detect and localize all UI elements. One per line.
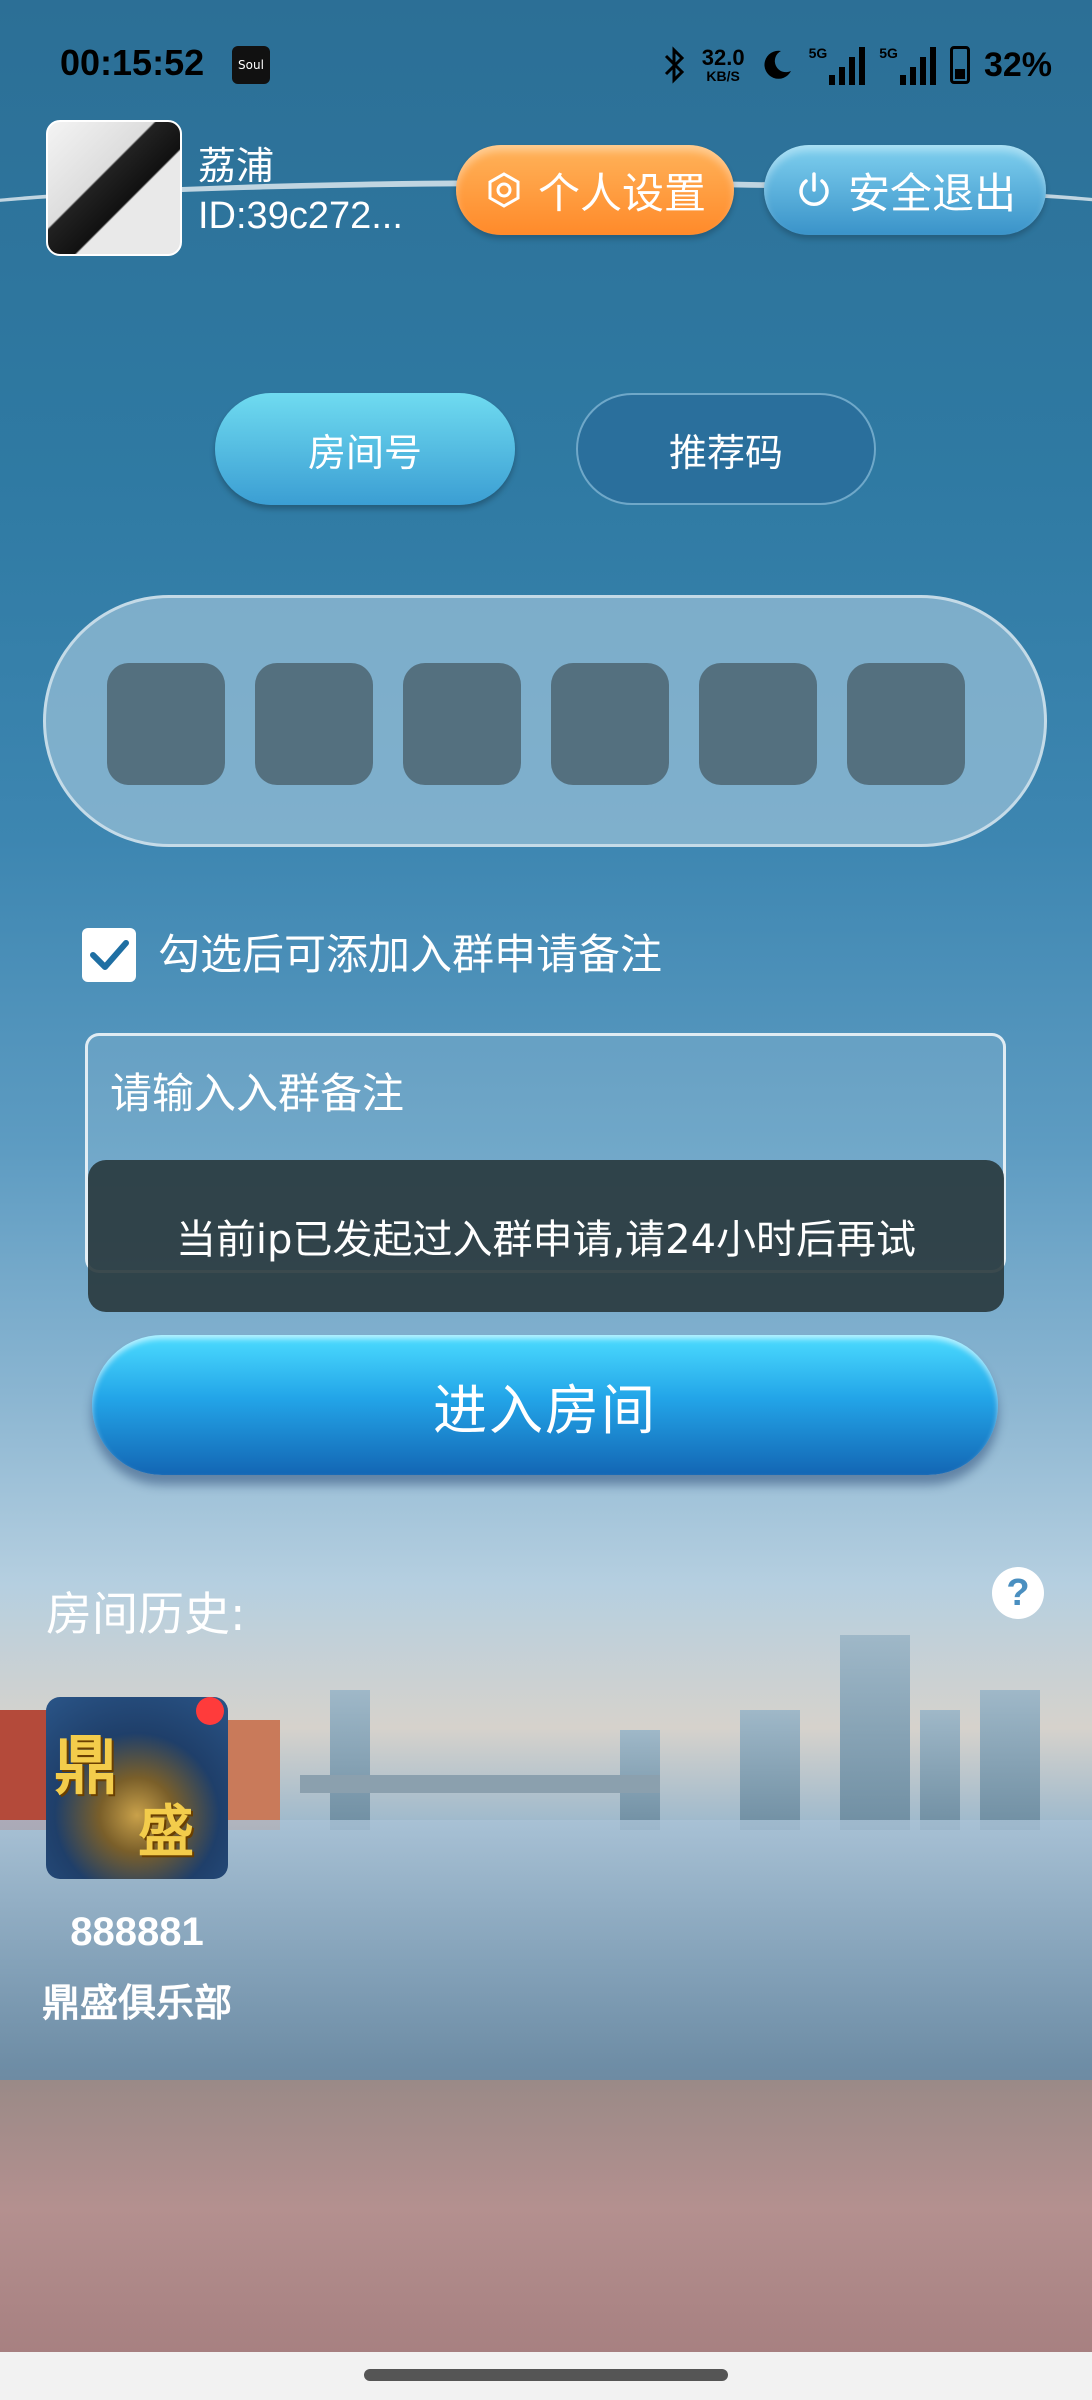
status-icons: 32.0 KB/S 5G 5G 32% — [662, 40, 1052, 90]
net-speed-value: 32.0 — [701, 45, 745, 70]
group-note-checkbox-label[interactable]: 勾选后可添加入群申请备注 — [158, 928, 662, 982]
status-time: 00:15:52 — [60, 42, 205, 83]
group-note-checkbox[interactable] — [82, 928, 136, 982]
signal-2-label: 5G — [879, 45, 898, 61]
code-digit-box[interactable] — [847, 663, 965, 785]
help-icon[interactable]: ? — [992, 1567, 1044, 1619]
battery-percent: 32% — [983, 45, 1052, 84]
room-thumbnail[interactable]: 鼎 盛 — [46, 1697, 228, 1879]
personal-settings-label: 个人设置 — [537, 168, 706, 218]
power-icon — [799, 172, 829, 206]
battery-icon — [949, 46, 970, 84]
code-digit-box[interactable] — [403, 663, 521, 785]
code-digit-box[interactable] — [699, 663, 817, 785]
room-history-title: 房间历史: — [46, 1587, 246, 1641]
app-screen: 00:15:52 Soul 32.0 KB/S 5G 5G 32% 荔浦 ID:… — [0, 0, 1092, 2400]
net-speed-unit: KB/S — [706, 68, 740, 84]
notification-dot — [196, 1697, 224, 1725]
bluetooth-icon — [664, 46, 684, 84]
room-number[interactable]: 888881 — [30, 1910, 244, 1955]
signal-strength-1: 5G — [809, 45, 866, 85]
thumb-logo-text: 盛 — [138, 1799, 194, 1865]
thumb-logo-text: 鼎 — [54, 1729, 118, 1804]
personal-settings-button[interactable]: 个人设置 — [456, 145, 734, 235]
user-name: 荔浦 — [198, 144, 275, 188]
signal-1-label: 5G — [808, 45, 828, 61]
soul-app-icon: Soul — [232, 46, 270, 84]
home-indicator[interactable] — [364, 2369, 728, 2381]
signal-bars-icon — [829, 45, 866, 85]
toast-message: 当前ip已发起过入群申请,请24小时后再试 — [88, 1160, 1004, 1312]
logout-label: 安全退出 — [847, 168, 1016, 218]
code-digit-box[interactable] — [107, 663, 225, 785]
tab-referral-code[interactable]: 推荐码 — [576, 393, 876, 505]
code-digit-box[interactable] — [551, 663, 669, 785]
tab-room-number[interactable]: 房间号 — [215, 393, 515, 505]
logout-button[interactable]: 安全退出 — [764, 145, 1046, 235]
enter-room-button[interactable]: 进入房间 — [92, 1335, 998, 1475]
signal-strength-2: 5G — [879, 45, 936, 85]
room-code-input[interactable] — [43, 595, 1047, 847]
moon-icon — [764, 50, 791, 79]
user-id: ID:39c272... — [198, 195, 403, 237]
signal-bars-icon — [899, 45, 936, 85]
gear-icon — [488, 172, 520, 208]
code-digit-box[interactable] — [255, 663, 373, 785]
room-name[interactable]: 鼎盛俱乐部 — [20, 1972, 254, 2027]
bridge-background — [300, 1775, 660, 1793]
checkmark-icon — [90, 940, 129, 970]
avatar[interactable] — [46, 120, 182, 256]
net-speed: 32.0 KB/S — [701, 45, 745, 84]
